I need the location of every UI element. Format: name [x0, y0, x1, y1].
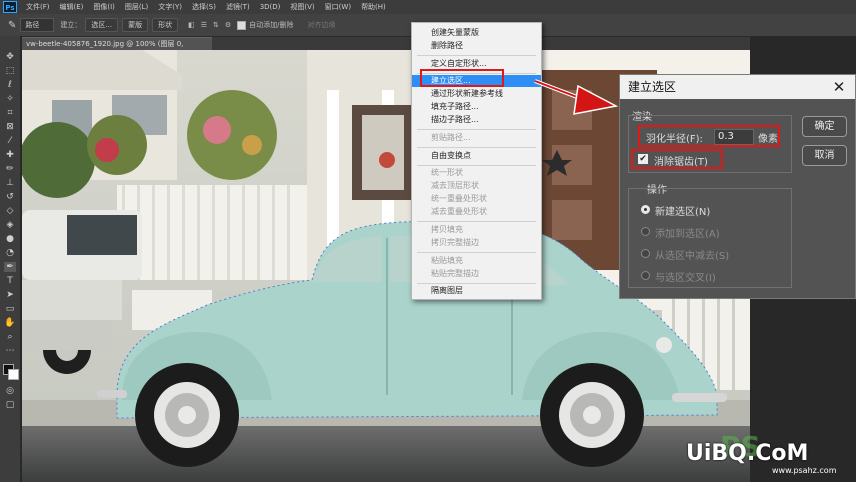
dialog-titlebar: 建立选区 ✕ [620, 75, 855, 99]
menu-item-isolate-layers[interactable]: 隔离图层 [412, 285, 541, 297]
menu-select[interactable]: 选择(S) [187, 2, 221, 12]
document-tab[interactable]: vw-beetle-405876_1920.jpg @ 100% (图层 0, … [22, 37, 212, 61]
menu-type[interactable]: 文字(Y) [153, 2, 187, 12]
menu-item-subtract-overlapping[interactable]: 减去重叠处形状 [412, 206, 541, 218]
make-selection-dialog: 建立选区 ✕ 渲染 羽化半径(F): 0.3 像素 ✔ 消除锯齿(T) 操作 新… [619, 74, 856, 299]
more-tools-icon[interactable]: ⋯ [4, 346, 16, 356]
quick-mask-icon[interactable]: ◎ [4, 386, 16, 396]
menu-divider [417, 165, 536, 166]
menu-item-new-guides-from-shape[interactable]: 通过形状新建参考线 [412, 88, 541, 100]
path-arrange-icon[interactable]: ⇅ [213, 21, 219, 29]
crop-tool-icon[interactable]: ⌗ [4, 108, 16, 118]
tools-panel: ✥ ⬚ ℓ ✧ ⌗ ⊠ ⁄ ✚ ✏ ⊥ ↺ ◇ ◈ ● ◔ ✒ T ➤ ▭ ✋ … [0, 36, 21, 482]
menu-item-subtract-front-shape[interactable]: 减去顶层形状 [412, 180, 541, 192]
menu-window[interactable]: 窗口(W) [320, 2, 356, 12]
menu-item-copy-fill[interactable]: 拷贝填充 [412, 224, 541, 236]
dodge-tool-icon[interactable]: ◔ [4, 248, 16, 258]
menu-item-copy-stroke[interactable]: 拷贝完整描边 [412, 237, 541, 249]
rectangle-tool-icon[interactable]: ▭ [4, 304, 16, 314]
close-icon[interactable]: ✕ [829, 75, 849, 99]
menu-divider [417, 147, 536, 148]
menu-item-stroke-subpath[interactable]: 描边子路径... [412, 114, 541, 126]
menu-bar: Ps 文件(F) 编辑(E) 图像(I) 图层(L) 文字(Y) 选择(S) 滤… [0, 0, 856, 14]
menu-item-create-vector-mask[interactable]: 创建矢量蒙版 [412, 27, 541, 39]
pen-tool-icon[interactable]: ✒ [4, 262, 16, 272]
cancel-button[interactable]: 取消 [802, 145, 847, 166]
gear-icon[interactable]: ⚙ [225, 21, 231, 29]
marquee-tool-icon[interactable]: ⬚ [4, 66, 16, 76]
menu-divider [417, 55, 536, 56]
menu-image[interactable]: 图像(I) [88, 2, 120, 12]
radio-intersect-selection[interactable] [641, 271, 650, 280]
watermark-site: www.psahz.com [772, 466, 837, 475]
brush-tool-icon[interactable]: ✏ [4, 164, 16, 174]
auto-add-checkbox[interactable] [237, 20, 247, 30]
move-tool-icon[interactable]: ✥ [4, 52, 16, 62]
frame-tool-icon[interactable]: ⊠ [4, 122, 16, 132]
photoshop-logo: Ps [3, 1, 17, 13]
mask-button[interactable]: 蒙版 [122, 18, 149, 32]
red-arrow-annotation [534, 79, 619, 115]
lasso-tool-icon[interactable]: ℓ [4, 80, 16, 90]
dialog-title: 建立选区 [628, 80, 677, 94]
screen-mode-icon[interactable]: ▢ [4, 400, 16, 410]
healing-brush-tool-icon[interactable]: ✚ [4, 150, 16, 160]
menu-item-clipping-path[interactable]: 剪贴路径... [412, 132, 541, 144]
op-intersect-label: 与选区交叉(I) [655, 273, 716, 284]
menu-item-fill-subpath[interactable]: 填充子路径... [412, 101, 541, 113]
clone-stamp-tool-icon[interactable]: ⊥ [4, 178, 16, 188]
menu-divider [417, 252, 536, 253]
auto-add-label: 自动添加/删除 [249, 21, 294, 29]
menu-item-unite-shapes[interactable]: 统一形状 [412, 167, 541, 179]
menu-view[interactable]: 视图(V) [285, 2, 319, 12]
hand-tool-icon[interactable]: ✋ [4, 318, 16, 328]
pen-tool-icon[interactable]: ✎ [8, 20, 16, 31]
menu-filter[interactable]: 滤镜(T) [221, 2, 255, 12]
menu-item-delete-path[interactable]: 删除路径 [412, 40, 541, 52]
path-ops-icon[interactable]: ◧ [188, 21, 195, 29]
menu-3d[interactable]: 3D(D) [255, 3, 286, 11]
quick-select-tool-icon[interactable]: ✧ [4, 94, 16, 104]
path-context-menu: 创建矢量蒙版 删除路径 定义自定形状... 建立选区... 通过形状新建参考线 … [411, 22, 542, 300]
menu-layer[interactable]: 图层(L) [120, 2, 153, 12]
blur-tool-icon[interactable]: ● [4, 234, 16, 244]
menu-divider [417, 283, 536, 284]
op-add-label: 添加到选区(A) [655, 229, 720, 240]
feather-highlight-annotation [638, 125, 780, 147]
selection-button[interactable]: 选区... [85, 18, 119, 32]
antialias-highlight-annotation [631, 149, 723, 169]
radio-add-to-selection[interactable] [641, 227, 650, 236]
watermark-brand: UiBQ.CoM [686, 441, 809, 466]
menu-edit[interactable]: 编辑(E) [55, 2, 89, 12]
align-edges-label[interactable]: 对齐边缘 [308, 20, 336, 30]
eyedropper-tool-icon[interactable]: ⁄ [4, 136, 16, 146]
background-color-swatch[interactable] [8, 369, 19, 380]
menu-item-paste-stroke[interactable]: 粘贴完整描边 [412, 268, 541, 280]
op-new-selection-label: 新建选区(N) [655, 207, 711, 218]
op-subtract-label: 从选区中减去(S) [655, 251, 730, 262]
path-selection-tool-icon[interactable]: ➤ [4, 290, 16, 300]
eraser-tool-icon[interactable]: ◇ [4, 206, 16, 216]
type-tool-icon[interactable]: T [4, 276, 16, 286]
ok-button[interactable]: 确定 [802, 116, 847, 137]
menu-help[interactable]: 帮助(H) [356, 2, 391, 12]
history-brush-tool-icon[interactable]: ↺ [4, 192, 16, 202]
menu-file[interactable]: 文件(F) [21, 2, 55, 12]
radio-new-selection[interactable] [641, 205, 650, 214]
menu-item-free-transform-points[interactable]: 自由变换点 [412, 150, 541, 162]
radio-subtract-from-selection[interactable] [641, 249, 650, 258]
build-label: 建立： [60, 21, 82, 29]
menu-item-unite-overlapping[interactable]: 统一重叠处形状 [412, 193, 541, 205]
mode-select[interactable]: 路径 [20, 18, 55, 32]
menu-item-paste-fill[interactable]: 粘贴填充 [412, 255, 541, 267]
menu-divider [417, 221, 536, 222]
zoom-tool-icon[interactable]: ⌕ [4, 332, 16, 342]
paint-bucket-tool-icon[interactable]: ◈ [4, 220, 16, 230]
shape-button[interactable]: 形状 [152, 18, 179, 32]
menu-highlight-annotation [420, 69, 504, 87]
path-align-icon[interactable]: ☰ [201, 21, 207, 29]
menu-divider [417, 129, 536, 130]
